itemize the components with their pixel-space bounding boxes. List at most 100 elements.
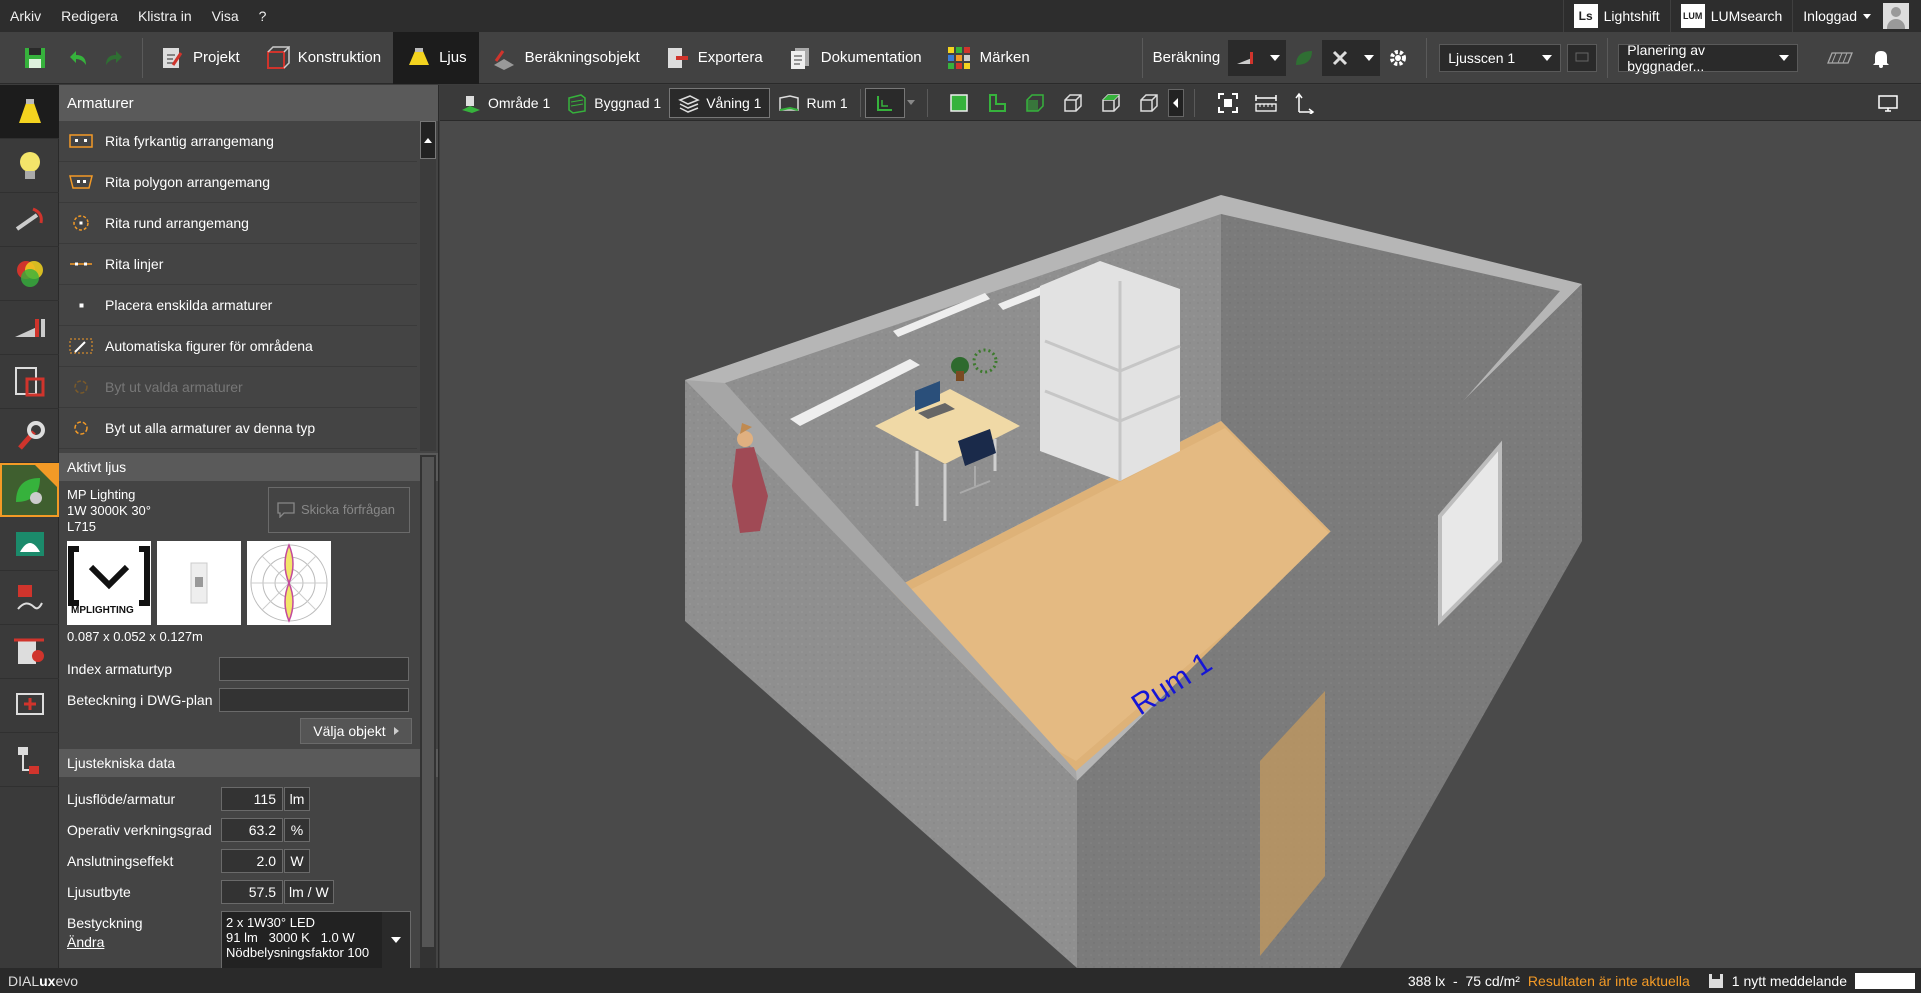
cube-front-icon [1025, 93, 1044, 112]
scene-preview-button[interactable] [1567, 43, 1598, 72]
ceiling-grid-button[interactable] [1818, 32, 1862, 84]
send-request-button[interactable]: Skicka förfrågan [268, 487, 410, 533]
menu-visa[interactable]: Visa [202, 8, 249, 24]
zoom-extents-button[interactable] [1209, 88, 1247, 118]
manufacturer-logo[interactable]: MPLIGHTING [67, 541, 151, 625]
planning-select[interactable]: Planering av byggnader... [1618, 42, 1799, 74]
tab-projekt[interactable]: Projekt [147, 32, 252, 84]
view-3d-button[interactable] [940, 88, 978, 118]
rail-aim-button[interactable] [0, 193, 59, 247]
data-value: 115 [221, 786, 283, 811]
rail-room-add-button[interactable] [0, 625, 59, 679]
results-outdated-warning[interactable]: Resultaten är inte aktuella [1528, 973, 1690, 989]
room-add-icon [13, 638, 44, 664]
tab-ljus[interactable]: Ljus [393, 31, 479, 84]
dwg-input[interactable] [219, 687, 409, 712]
arrangement-scrollbar[interactable] [420, 121, 436, 451]
rail-hierarchy-button[interactable] [0, 733, 59, 787]
view-iso-button[interactable] [1130, 88, 1168, 118]
notifications-button[interactable] [1862, 32, 1900, 84]
rail-tools-button[interactable] [0, 409, 59, 463]
tab-berakningsobjekt[interactable]: Beräkningsobjekt [479, 32, 652, 84]
arr-label: Rita linjer [105, 256, 164, 272]
crumb-room[interactable]: Rum 1 [770, 88, 855, 118]
view-mode-button[interactable] [864, 87, 905, 118]
menu-help[interactable]: ? [249, 8, 277, 24]
measure-button[interactable] [1247, 88, 1285, 118]
chevron-down-icon[interactable] [906, 100, 915, 105]
luminaire-photo[interactable] [157, 541, 241, 625]
rail-text-button[interactable] [0, 571, 59, 625]
construction-icon [266, 45, 290, 69]
axis-button[interactable] [1285, 88, 1323, 118]
tab-exportera[interactable]: Exportera [652, 32, 775, 84]
tab-marken[interactable]: Märken [934, 32, 1042, 84]
menu-arkiv[interactable]: Arkiv [0, 8, 51, 24]
3d-viewport[interactable]: Rum 1 [440, 121, 1921, 968]
index-input[interactable] [219, 656, 409, 681]
place-single-luminaires[interactable]: Placera enskilda armaturer [59, 285, 417, 326]
change-equipment-link[interactable]: Ändra [67, 934, 221, 950]
room-3d-scene[interactable]: Rum 1 [440, 121, 1921, 968]
redo-button[interactable] [96, 32, 138, 84]
lightshift-button[interactable]: Ls Lightshift [1562, 0, 1670, 32]
rail-lamps-button[interactable] [0, 139, 59, 193]
replace-selected-luminaires[interactable]: Byt ut valda armaturer [59, 367, 417, 408]
automatic-figures[interactable]: Automatiska figurer för områdena [59, 326, 417, 367]
project-icon [163, 47, 183, 68]
equipment-line: 91 lm 3000 K 1.0 W [226, 930, 355, 945]
draw-rectangular-arrangement[interactable]: Rita fyrkantig arrangemang [59, 121, 417, 162]
crumb-area[interactable]: Område 1 [452, 88, 558, 118]
markers-icon [947, 46, 970, 69]
select-object-button[interactable]: Välja objekt [300, 718, 412, 744]
save-button[interactable] [0, 32, 58, 84]
undo-button[interactable] [58, 32, 96, 84]
message-count[interactable]: 1 nytt meddelande [1732, 973, 1847, 989]
crumb-label: Område 1 [488, 94, 551, 111]
panel-scrollbar[interactable] [420, 455, 436, 968]
save-icon[interactable] [1708, 973, 1724, 989]
equipment-select[interactable]: 2 x 1W30° LED 91 lm 3000 K 1.0 W Nödbely… [221, 911, 411, 968]
crumb-building[interactable]: Byggnad 1 [558, 88, 669, 118]
scroll-up-button[interactable] [420, 121, 436, 159]
lumsearch-button[interactable]: LUM LUMsearch [1669, 0, 1793, 32]
rail-luminaires-button[interactable] [0, 85, 59, 139]
draw-round-arrangement[interactable]: Rita rund arrangemang [59, 203, 417, 244]
collapse-views-button[interactable] [1167, 88, 1184, 117]
rail-monitor-add-button[interactable] [0, 679, 59, 733]
menu-redigera[interactable]: Redigera [51, 8, 128, 24]
draw-polygon-arrangement[interactable]: Rita polygon arrangemang [59, 162, 417, 203]
rail-colors-button[interactable] [0, 247, 59, 301]
tab-konstruktion[interactable]: Konstruktion [252, 32, 393, 84]
data-unit: lm / W [284, 879, 334, 904]
scrollbar-thumb[interactable] [422, 457, 434, 947]
tab-dokumentation[interactable]: Dokumentation [775, 32, 934, 84]
view-back-button[interactable] [1092, 88, 1130, 118]
cancel-dropdown[interactable] [1358, 39, 1381, 76]
dwg-label: Beteckning i DWG-plan [67, 691, 213, 708]
draw-lines[interactable]: Rita linjer [59, 244, 417, 285]
energy-calc-button[interactable] [1286, 40, 1322, 76]
round-arrangement-icon [73, 215, 89, 231]
view-plan-button[interactable] [978, 88, 1016, 118]
calculation-type-button[interactable] [1228, 39, 1265, 76]
view-front-button[interactable] [1016, 88, 1054, 118]
calculation-dropdown[interactable] [1264, 39, 1287, 76]
rail-calc-button[interactable] [0, 301, 59, 355]
rail-floorplan-button[interactable] [0, 355, 59, 409]
crumb-floor[interactable]: Våning 1 [669, 87, 771, 118]
menu-klistra-in[interactable]: Klistra in [128, 8, 202, 24]
light-distribution-curve[interactable] [247, 541, 331, 625]
settings-button[interactable] [1380, 40, 1416, 76]
cancel-calculation-button[interactable] [1322, 39, 1359, 76]
message-indicator [1855, 972, 1915, 989]
user-menu[interactable]: Inloggad [1792, 0, 1921, 32]
rail-results-button[interactable] [0, 517, 59, 571]
replace-all-luminaires[interactable]: Byt ut alla armaturer av denna typ [59, 408, 417, 449]
presentation-mode-button[interactable] [1869, 88, 1907, 118]
chevron-down-icon [1270, 54, 1281, 61]
rail-new-feature-button[interactable] [0, 463, 59, 517]
light-scene-select[interactable]: Ljusscen 1 [1439, 43, 1562, 72]
data-value: 63.2 [221, 817, 283, 842]
view-side-button[interactable] [1054, 88, 1092, 118]
